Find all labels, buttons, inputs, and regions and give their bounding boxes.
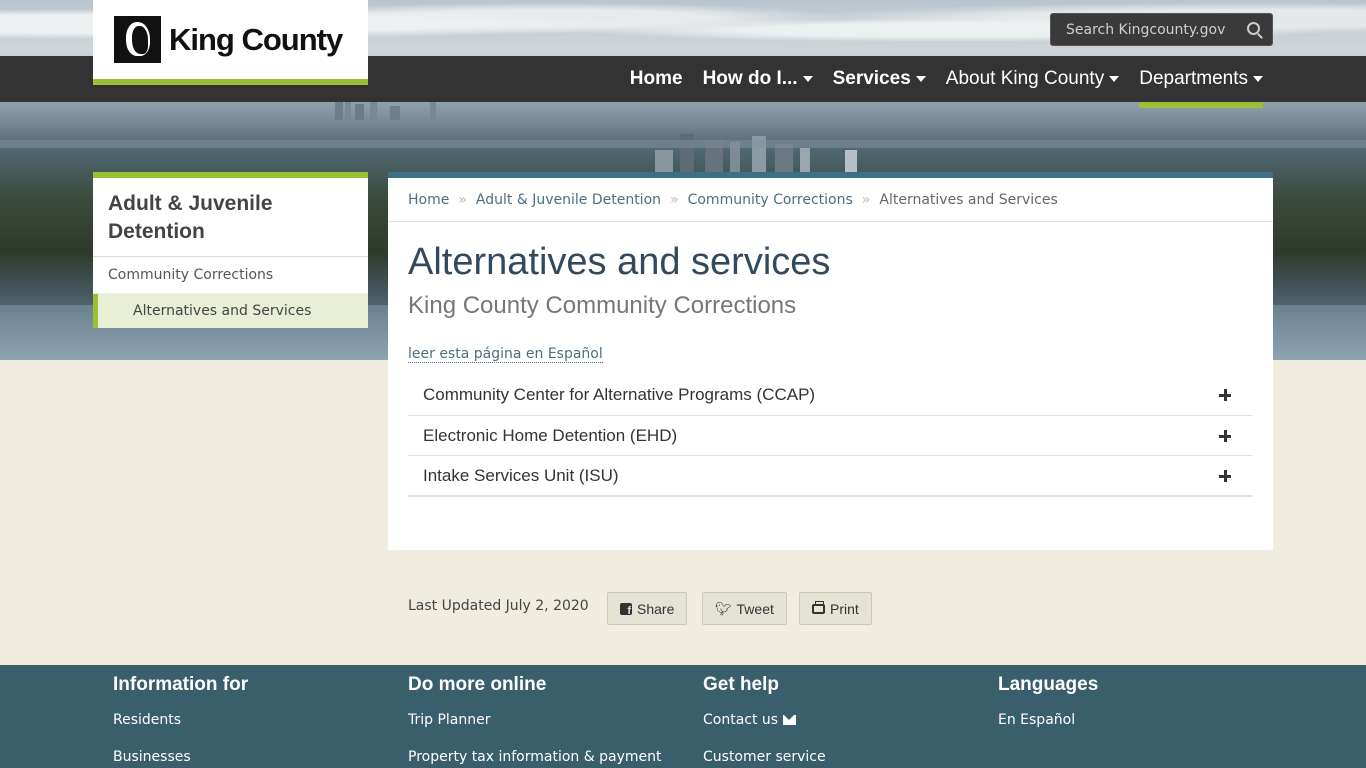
city-skyline	[0, 100, 1366, 174]
nav-departments[interactable]: Departments	[1129, 56, 1273, 108]
accordion-item-ehd[interactable]: Electronic Home Detention (EHD)	[408, 415, 1252, 455]
page-title: Alternatives and services	[408, 241, 831, 283]
footer-link-businesses[interactable]: Businesses	[113, 749, 248, 765]
footer-link-customer-service[interactable]: Customer service	[703, 749, 826, 765]
breadcrumb-community-corrections[interactable]: Community Corrections	[688, 192, 853, 208]
search-icon[interactable]	[1247, 22, 1260, 35]
nav-home-label: Home	[629, 68, 683, 89]
share-button[interactable]: Share	[607, 592, 688, 625]
chevron-right-icon: »	[861, 191, 871, 208]
tweet-label: Tweet	[736, 600, 774, 617]
nav-how-do-i[interactable]: How do I...	[693, 56, 823, 102]
mlk-logo-icon	[114, 16, 161, 63]
page-subtitle: King County Community Corrections	[408, 292, 797, 319]
king-county-logo[interactable]: King County	[93, 0, 368, 85]
contact-us-label: Contact us	[703, 712, 779, 728]
footer-column-help: Get help Contact us Customer service	[703, 665, 826, 765]
accordion-item-isu[interactable]: Intake Services Unit (ISU)	[408, 455, 1252, 495]
envelope-icon	[783, 715, 797, 725]
accordion-item-label: Community Center for Alternative Program…	[423, 385, 816, 404]
footer-link-residents[interactable]: Residents	[113, 712, 248, 728]
caret-down-icon	[802, 76, 813, 82]
plus-icon	[1219, 469, 1231, 482]
print-button[interactable]: Print	[799, 592, 872, 625]
sidebar-title[interactable]: Adult & Juvenile Detention	[93, 178, 368, 257]
nav-services-label: Services	[832, 68, 911, 89]
accordion-item-label: Electronic Home Detention (EHD)	[423, 425, 678, 445]
breadcrumb-current: Alternatives and Services	[879, 191, 1058, 208]
footer-heading: Get help	[703, 674, 780, 695]
sidebar-item-alternatives[interactable]: Alternatives and Services	[93, 294, 368, 328]
nav-services[interactable]: Services	[823, 56, 936, 102]
nav-how-do-i-label: How do I...	[702, 68, 798, 89]
footer-heading: Languages	[998, 674, 1099, 695]
footer-column-languages: Languages En Español	[998, 665, 1098, 728]
main-content: Home » Adult & Juvenile Detention » Comm…	[388, 172, 1273, 550]
footer-column-information: Information for Residents Businesses	[113, 665, 248, 765]
chevron-right-icon: »	[670, 191, 679, 208]
site-footer: Information for Residents Businesses Do …	[0, 665, 1366, 768]
last-updated: Last Updated July 2, 2020	[408, 598, 589, 614]
breadcrumb-detention[interactable]: Adult & Juvenile Detention	[476, 192, 661, 208]
footer-heading: Information for	[113, 674, 249, 695]
breadcrumb-home[interactable]: Home	[408, 192, 449, 208]
plus-icon	[1219, 429, 1231, 442]
accordion-item-label: Intake Services Unit (ISU)	[423, 465, 619, 485]
section-sidebar: Adult & Juvenile Detention Community Cor…	[93, 172, 368, 328]
share-label: Share	[637, 600, 675, 617]
search-box	[1050, 13, 1273, 46]
chevron-right-icon: »	[458, 191, 467, 208]
footer-link-contact-us[interactable]: Contact us	[703, 712, 826, 728]
caret-down-icon	[1109, 76, 1120, 82]
footer-link-trip-planner[interactable]: Trip Planner	[408, 712, 661, 728]
footer-link-property-tax[interactable]: Property tax information & payment	[408, 749, 661, 765]
nav-about[interactable]: About King County	[936, 56, 1129, 102]
caret-down-icon	[1253, 76, 1263, 82]
breadcrumb: Home » Adult & Juvenile Detention » Comm…	[388, 178, 1273, 222]
accordion: Community Center for Alternative Program…	[408, 375, 1252, 497]
footer-column-online: Do more online Trip Planner Property tax…	[408, 665, 661, 765]
nav-departments-label: Departments	[1139, 68, 1248, 89]
footer-heading: Do more online	[408, 674, 547, 695]
print-icon	[812, 600, 825, 614]
twitter-icon: 🐦︎	[715, 601, 732, 616]
logo-text: King County	[169, 21, 343, 57]
nav-home[interactable]: Home	[620, 56, 693, 102]
plus-icon	[1219, 389, 1231, 401]
nav-about-label: About King County	[945, 68, 1105, 89]
print-label: Print	[830, 600, 859, 617]
sidebar-item-community-corrections[interactable]: Community Corrections	[93, 257, 368, 294]
facebook-icon	[620, 602, 632, 617]
accordion-item-ccap[interactable]: Community Center for Alternative Program…	[408, 375, 1252, 415]
search-input[interactable]	[1066, 21, 1236, 38]
main-navigation: Home How do I... Services About King Cou…	[620, 56, 1273, 108]
caret-down-icon	[915, 76, 926, 82]
footer-link-espanol[interactable]: En Español	[998, 712, 1098, 728]
tweet-button[interactable]: 🐦︎ Tweet	[702, 592, 787, 625]
spanish-link[interactable]: leer esta página en Español	[408, 346, 603, 363]
